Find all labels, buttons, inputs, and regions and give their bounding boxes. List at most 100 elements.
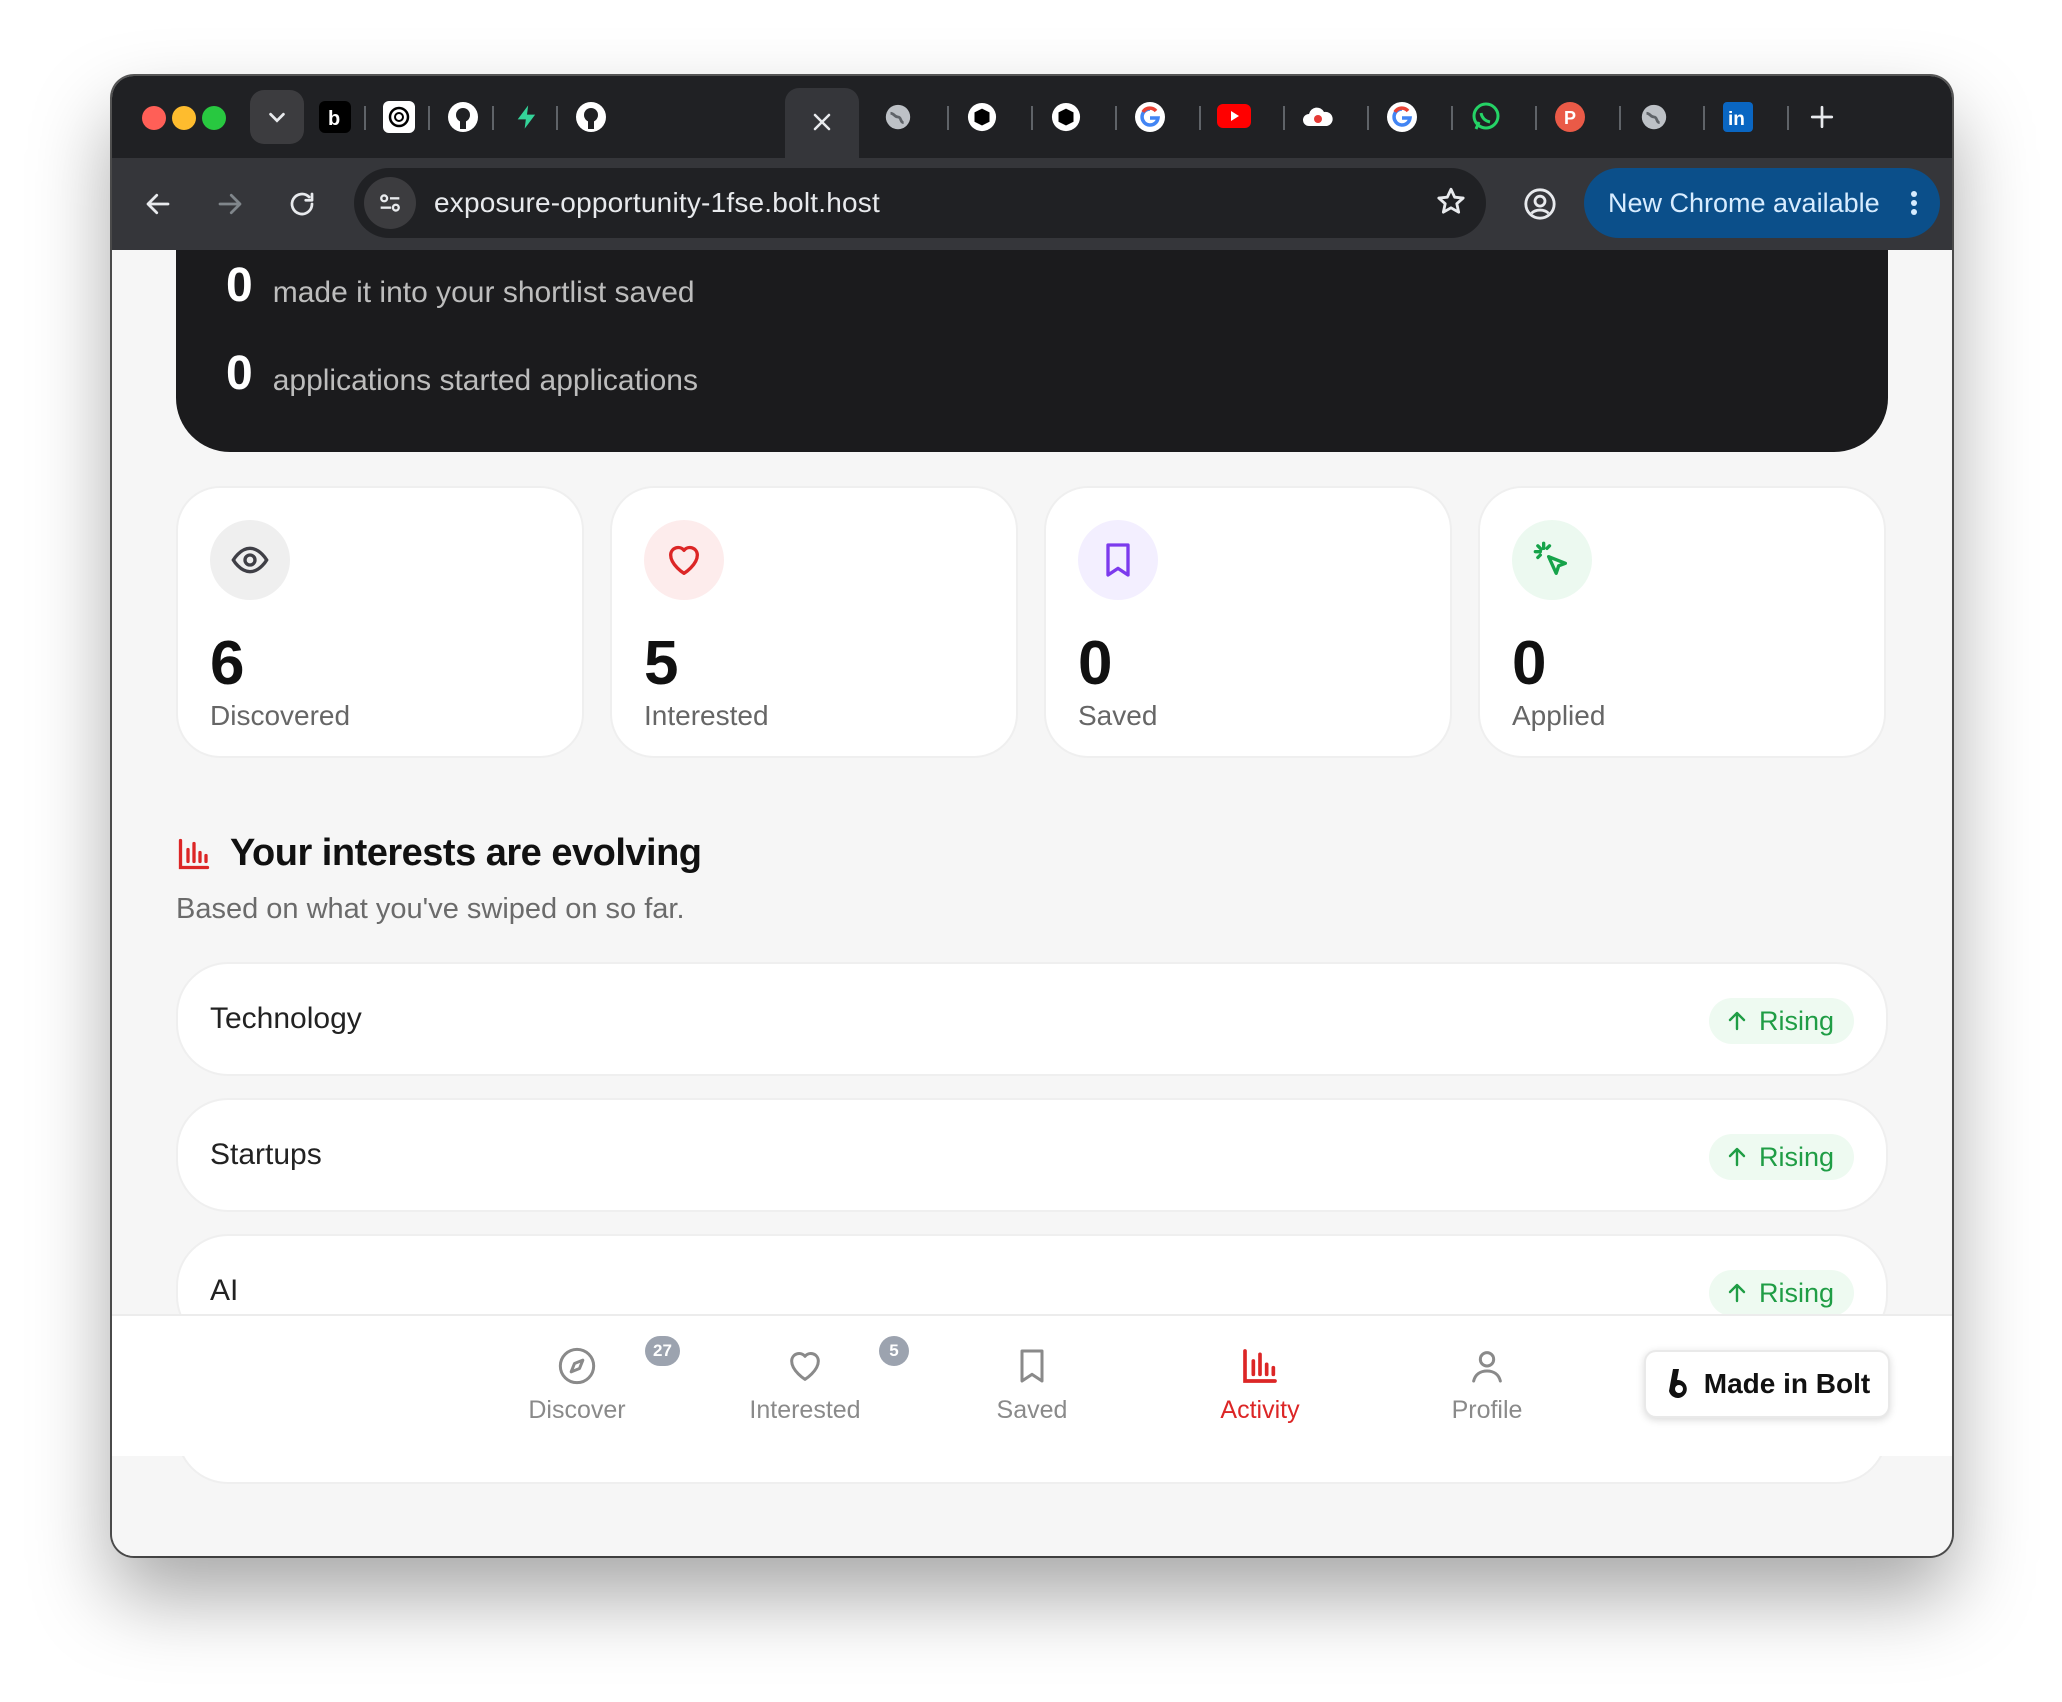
bottom-nav: Discover 27 Interested 5 Saved Activity … bbox=[112, 1314, 1952, 1456]
nav-saved[interactable]: Saved bbox=[952, 1346, 1112, 1425]
close-icon[interactable] bbox=[810, 110, 834, 134]
compass-icon bbox=[558, 1347, 596, 1385]
tab-search-button[interactable] bbox=[250, 90, 304, 144]
interest-name: Startups bbox=[210, 1138, 322, 1171]
nav-label: Profile bbox=[1451, 1396, 1523, 1424]
nav-label: Discover bbox=[528, 1396, 626, 1424]
tab-github-2[interactable] bbox=[571, 97, 611, 137]
nav-label: Interested bbox=[749, 1396, 861, 1424]
heart-icon bbox=[790, 1352, 820, 1381]
interested-label: Interested bbox=[644, 700, 769, 731]
tab-google-2[interactable] bbox=[1382, 97, 1422, 137]
tab-google[interactable] bbox=[1130, 97, 1170, 137]
update-label: New Chrome available bbox=[1608, 187, 1880, 218]
minimize-window-button[interactable] bbox=[172, 106, 196, 130]
bookmark-icon bbox=[1078, 520, 1158, 600]
interest-row-startups[interactable]: Startups Rising bbox=[176, 1098, 1888, 1212]
interest-row-technology[interactable]: Technology Rising bbox=[176, 962, 1888, 1076]
tune-icon bbox=[380, 194, 400, 212]
interests-title: Your interests are evolving bbox=[230, 832, 702, 874]
stat-card-applied: 0 Applied bbox=[1478, 486, 1886, 758]
eye-icon bbox=[210, 520, 290, 600]
shortlist-row: 0 made it into your shortlist saved bbox=[226, 262, 695, 310]
nav-activity[interactable]: Activity bbox=[1180, 1346, 1340, 1425]
nav-label: Saved bbox=[996, 1396, 1068, 1424]
github-icon bbox=[448, 102, 478, 132]
interest-name: Technology bbox=[210, 1002, 362, 1035]
tab-whatsapp[interactable] bbox=[1466, 97, 1506, 137]
discover-count-badge: 27 bbox=[645, 1336, 680, 1366]
github-icon bbox=[576, 102, 606, 132]
applied-count: 0 bbox=[1512, 629, 1547, 698]
tab-openai[interactable] bbox=[379, 97, 419, 137]
discovered-label: Discovered bbox=[210, 700, 351, 731]
forward-button[interactable] bbox=[208, 182, 252, 226]
bookmark-icon bbox=[1020, 1349, 1044, 1383]
plus-icon bbox=[1810, 105, 1834, 129]
youtube-icon bbox=[1217, 104, 1251, 128]
trend-label: Rising bbox=[1758, 1005, 1834, 1036]
tab-bolt[interactable]: b bbox=[315, 97, 355, 137]
made-in-bolt-label: Made in Bolt bbox=[1703, 1368, 1871, 1399]
close-window-button[interactable] bbox=[142, 106, 166, 130]
saved-label: Saved bbox=[1078, 700, 1158, 731]
new-tab-button[interactable] bbox=[1802, 97, 1842, 137]
nav-interested[interactable]: Interested bbox=[725, 1346, 885, 1425]
url-text[interactable]: exposure-opportunity-1fse.bolt.host bbox=[434, 187, 880, 219]
cursor-click-icon bbox=[1512, 520, 1592, 600]
reload-button[interactable] bbox=[280, 182, 324, 226]
site-info-button[interactable] bbox=[364, 177, 416, 229]
trend-badge: Rising bbox=[1708, 1270, 1854, 1316]
reload-icon bbox=[290, 192, 314, 216]
stat-card-interested: 5 Interested bbox=[610, 486, 1018, 758]
browser-window: b P in exposure-opportunity-1fse.bolt.ho… bbox=[112, 76, 1952, 1556]
tab-producthunt[interactable]: P bbox=[1550, 97, 1590, 137]
arrow-right-icon bbox=[218, 193, 242, 215]
trend-badge: Rising bbox=[1708, 998, 1854, 1044]
back-button[interactable] bbox=[136, 182, 180, 226]
bolt-icon: b bbox=[319, 101, 351, 133]
arrow-up-icon bbox=[1728, 1011, 1746, 1031]
google-icon bbox=[1387, 102, 1417, 132]
tab-cube-2[interactable] bbox=[1046, 97, 1086, 137]
svg-text:in: in bbox=[1728, 109, 1745, 130]
tab-globe-2[interactable] bbox=[1634, 97, 1674, 137]
cube-icon bbox=[1051, 102, 1081, 132]
globe-icon bbox=[885, 104, 911, 130]
cube-icon bbox=[967, 102, 997, 132]
profile-button[interactable] bbox=[1518, 182, 1562, 226]
address-bar[interactable]: exposure-opportunity-1fse.bolt.host bbox=[354, 168, 1486, 238]
arrow-up-icon bbox=[1728, 1147, 1746, 1167]
applications-row: 0 applications started applications bbox=[226, 350, 698, 398]
trend-label: Rising bbox=[1758, 1141, 1834, 1172]
nav-discover[interactable]: Discover bbox=[497, 1346, 657, 1425]
new-chrome-available-button[interactable]: New Chrome available bbox=[1584, 168, 1940, 238]
interest-name: AI bbox=[210, 1274, 239, 1307]
stat-card-discovered: 6 Discovered bbox=[176, 486, 584, 758]
tab-linkedin[interactable]: in bbox=[1718, 97, 1758, 137]
trend-label: Rising bbox=[1758, 1277, 1834, 1308]
maximize-window-button[interactable] bbox=[202, 106, 226, 130]
tab-globe[interactable] bbox=[878, 97, 918, 137]
linkedin-icon: in bbox=[1723, 102, 1753, 132]
bar-chart-icon bbox=[178, 838, 210, 869]
tab-cloud[interactable] bbox=[1298, 97, 1338, 137]
globe-icon bbox=[1641, 104, 1667, 130]
tab-github[interactable] bbox=[443, 97, 483, 137]
tab-active[interactable] bbox=[785, 88, 859, 158]
discovered-count: 6 bbox=[210, 629, 245, 698]
tab-bolt-new[interactable] bbox=[507, 97, 547, 137]
nav-label: Activity bbox=[1220, 1396, 1300, 1424]
made-in-bolt-button[interactable]: Made in Bolt bbox=[1644, 1350, 1890, 1418]
tab-youtube[interactable] bbox=[1214, 97, 1254, 137]
nav-profile[interactable]: Profile bbox=[1407, 1346, 1567, 1425]
bookmark-star-button[interactable] bbox=[1434, 185, 1468, 224]
activity-summary-card: 0 made it into your shortlist saved 0 ap… bbox=[176, 250, 1888, 452]
shortlist-label: made it into your shortlist saved bbox=[272, 276, 695, 309]
bolt-green-icon bbox=[517, 105, 536, 129]
chevron-down-icon bbox=[269, 112, 285, 123]
cloud-icon bbox=[1303, 107, 1333, 126]
browser-toolbar: exposure-opportunity-1fse.bolt.host New … bbox=[112, 158, 1952, 250]
tab-cube[interactable] bbox=[962, 97, 1002, 137]
applied-label: Applied bbox=[1512, 700, 1606, 731]
